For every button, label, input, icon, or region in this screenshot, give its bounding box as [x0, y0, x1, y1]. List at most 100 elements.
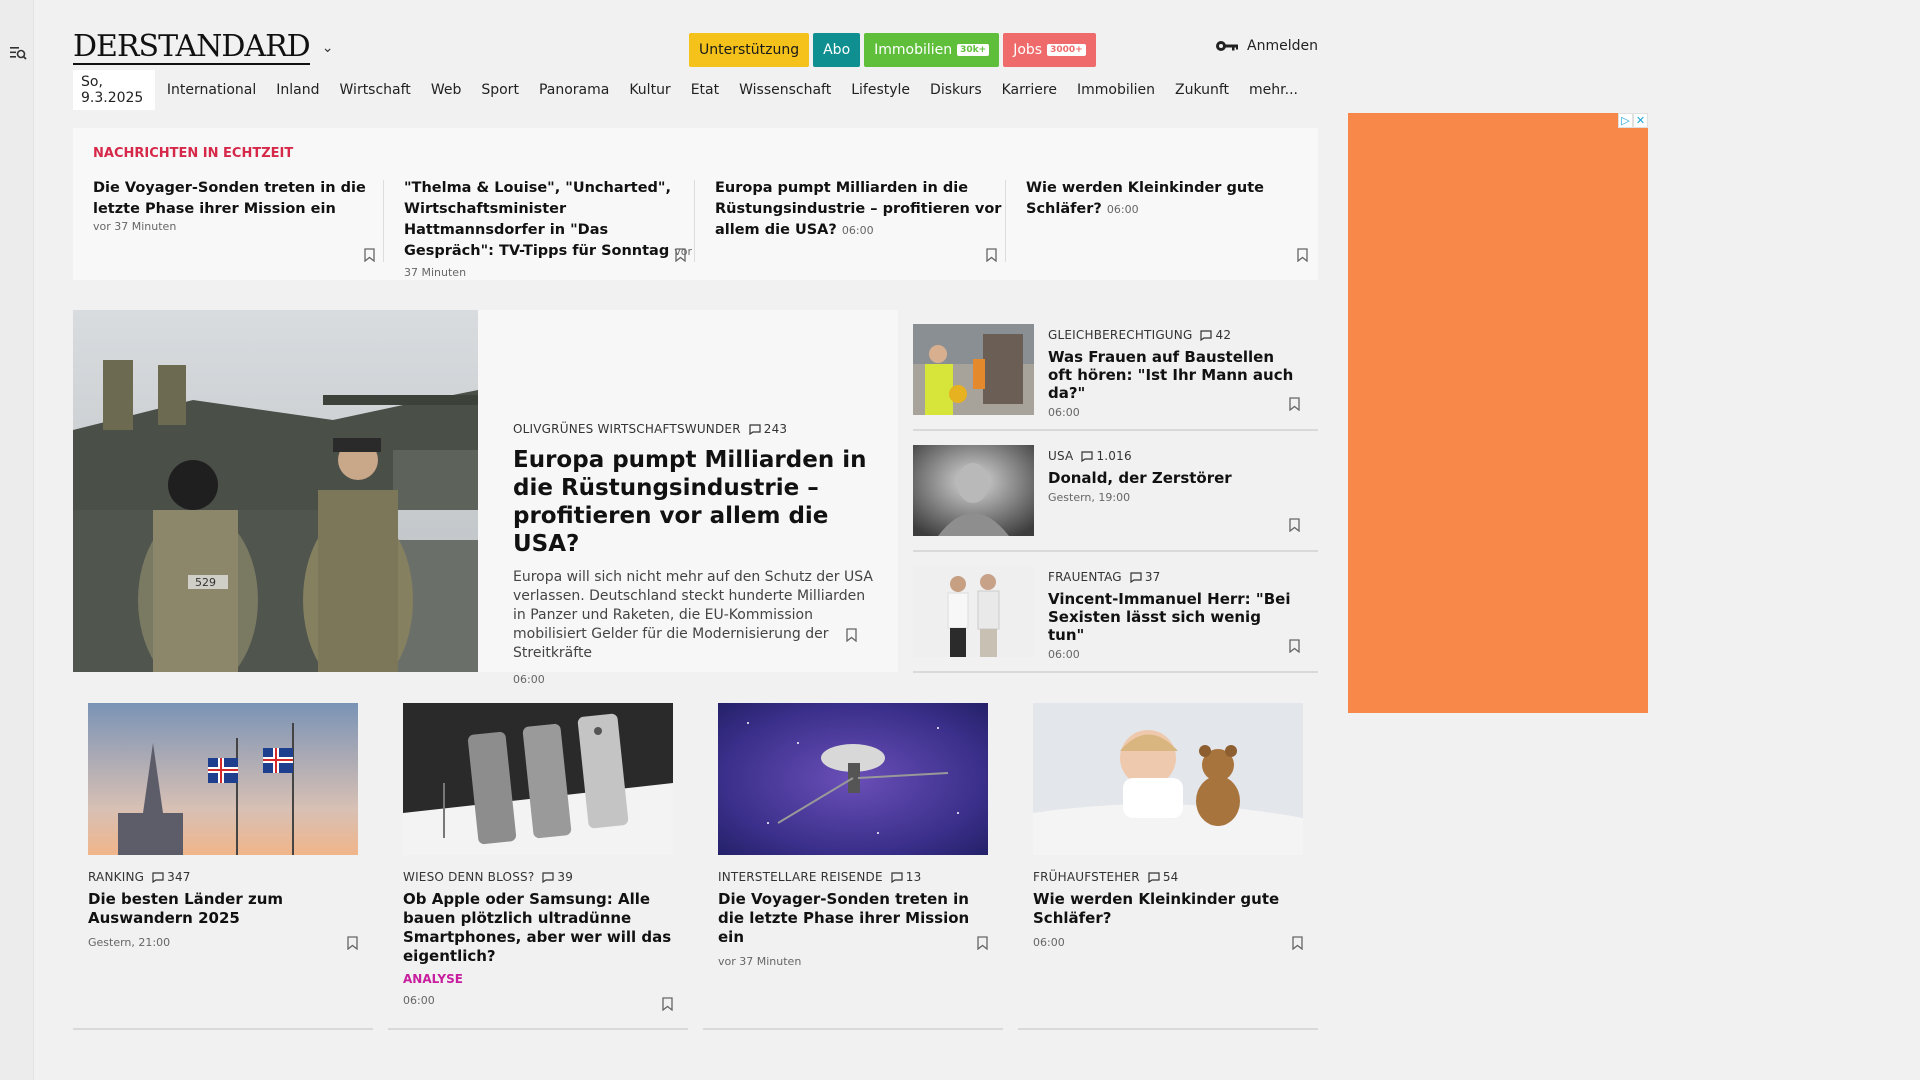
bookmark-icon[interactable]	[1289, 639, 1300, 653]
nav-item-web[interactable]: Web	[431, 82, 462, 98]
side-story-image[interactable]	[913, 445, 1034, 536]
side-story[interactable]: FRAUENTAG 37 Vincent-Immanuel Herr: "Bei…	[913, 552, 1318, 673]
story-card[interactable]: FRÜHAUFSTEHER 54 Wie werden Kleinkinder …	[1018, 700, 1318, 1030]
bookmark-icon[interactable]	[347, 936, 358, 950]
story-card-image[interactable]	[718, 703, 988, 855]
story-card-kicker: FRÜHAUFSTEHER 54	[1033, 870, 1303, 884]
nav-item-lifestyle[interactable]: Lifestyle	[851, 82, 910, 98]
nav-item-kultur[interactable]: Kultur	[629, 82, 670, 98]
menu-search-icon[interactable]	[9, 44, 27, 62]
side-story-kicker-text: GLEICHBERECHTIGUNG	[1048, 328, 1193, 342]
story-card-title[interactable]: Die Voyager-Sonden treten in die letzte …	[718, 890, 988, 947]
support-label: Unterstützung	[699, 42, 800, 58]
nav-item-panorama[interactable]: Panorama	[539, 82, 609, 98]
side-story-image[interactable]	[913, 324, 1034, 415]
bookmark-icon[interactable]	[1292, 936, 1303, 950]
comment-count-value: 243	[763, 422, 788, 436]
bookmark-icon[interactable]	[1289, 397, 1300, 411]
iceland-flags-image	[88, 703, 358, 855]
story-card-image[interactable]	[403, 703, 673, 855]
realtime-item[interactable]: "Thelma & Louise", "Uncharted", Wirtscha…	[404, 178, 694, 279]
comment-count-value: 42	[1215, 328, 1232, 342]
nav-item-international[interactable]: International	[167, 82, 256, 98]
nav-item-wissenschaft[interactable]: Wissenschaft	[739, 82, 831, 98]
support-button[interactable]: Unterstützung	[689, 33, 810, 67]
left-rail	[0, 0, 34, 1080]
side-story-title[interactable]: Vincent-Immanuel Herr: "Bei Sexisten läs…	[1048, 590, 1298, 644]
advertisement[interactable]: ▷ ✕	[1348, 113, 1648, 713]
story-card-image[interactable]	[88, 703, 358, 855]
side-story-body: USA 1.016 Donald, der Zerstörer Gestern,…	[1048, 449, 1298, 504]
comment-count[interactable]: 347	[152, 870, 191, 884]
story-card[interactable]: INTERSTELLARE REISENDE 13 Die Voyager-So…	[703, 700, 1003, 1030]
nav-item-karriere[interactable]: Karriere	[1002, 82, 1057, 98]
realtime-time: 06:00	[841, 224, 874, 237]
bookmark-icon[interactable]	[977, 936, 988, 950]
side-story-title[interactable]: Was Frauen auf Baustellen oft hören: "Is…	[1048, 348, 1298, 402]
abo-button[interactable]: Abo	[813, 33, 861, 67]
adchoices-icon[interactable]: ▷	[1618, 113, 1633, 128]
story-card-kicker: INTERSTELLARE REISENDE 13	[718, 870, 988, 884]
statue-image	[913, 445, 1034, 536]
comment-count[interactable]: 1.016	[1081, 449, 1132, 463]
story-card-time: 06:00	[403, 994, 435, 1007]
comment-icon	[1081, 450, 1094, 462]
comment-count[interactable]: 37	[1130, 570, 1161, 584]
realtime-item[interactable]: Die Voyager-Sonden treten in die letzte …	[93, 178, 383, 262]
bookmark-icon[interactable]	[364, 248, 375, 262]
comment-count[interactable]: 243	[749, 422, 788, 436]
side-story-image[interactable]	[913, 566, 1034, 657]
nav-item-diskurs[interactable]: Diskurs	[930, 82, 982, 98]
smartphones-image	[403, 703, 673, 855]
jobs-button[interactable]: Jobs 3000+	[1003, 33, 1096, 67]
realtime-item[interactable]: Wie werden Kleinkinder gute Schläfer? 06…	[1026, 178, 1316, 262]
lead-kicker: OLIVGRÜNES WIRTSCHAFTSWUNDER 243	[513, 422, 873, 436]
realtime-item[interactable]: Europa pumpt Milliarden in die Rüstungsi…	[715, 178, 1005, 262]
side-story-kicker: FRAUENTAG 37	[1048, 570, 1298, 584]
side-story[interactable]: GLEICHBERECHTIGUNG 42 Was Frauen auf Bau…	[913, 310, 1318, 431]
bookmark-icon[interactable]	[1289, 518, 1300, 532]
comment-count[interactable]: 42	[1200, 328, 1231, 342]
story-card-image[interactable]	[1033, 703, 1303, 855]
realtime-time: 06:00	[1106, 203, 1139, 216]
login-button[interactable]: Anmelden	[1215, 38, 1318, 54]
site-logo[interactable]: DERSTANDARD ⌄	[73, 28, 334, 68]
nav-item-etat[interactable]: Etat	[691, 82, 719, 98]
lead-title[interactable]: Europa pumpt Milliarden in die Rüstungsi…	[513, 446, 873, 558]
nav-item-zukunft[interactable]: Zukunft	[1175, 82, 1229, 98]
realtime-title: NACHRICHTEN IN ECHTZEIT	[93, 146, 294, 161]
story-card-title[interactable]: Wie werden Kleinkinder gute Schläfer?	[1033, 890, 1303, 928]
story-card[interactable]: RANKING 347 Die besten Länder zum Auswan…	[73, 700, 373, 1030]
comment-count-value: 347	[167, 870, 191, 884]
bookmark-icon[interactable]	[675, 248, 686, 262]
nav-item-wirtschaft[interactable]: Wirtschaft	[340, 82, 411, 98]
lead-image[interactable]: 529	[73, 310, 478, 672]
close-icon[interactable]: ✕	[1633, 113, 1648, 128]
bookmark-icon[interactable]	[662, 997, 673, 1011]
side-story-time: 06:00	[1048, 406, 1080, 419]
bookmark-icon[interactable]	[846, 628, 857, 642]
nav-item-more[interactable]: mehr...	[1249, 82, 1298, 98]
nav-item-immobilien[interactable]: Immobilien	[1077, 82, 1155, 98]
comment-icon	[891, 871, 903, 883]
comment-count[interactable]: 54	[1148, 870, 1179, 884]
comment-count-value: 13	[905, 870, 922, 884]
tank-soldiers-image: 529	[73, 310, 478, 672]
side-story[interactable]: USA 1.016 Donald, der Zerstörer Gestern,…	[913, 431, 1318, 552]
nav-item-inland[interactable]: Inland	[276, 82, 319, 98]
bookmark-icon[interactable]	[986, 248, 997, 262]
lead-story[interactable]: 529 OLIVGRÜNES WIRTSCHAFTSWUNDER 243 Eur…	[73, 310, 898, 686]
bookmark-icon[interactable]	[1297, 248, 1308, 262]
nav-item-sport[interactable]: Sport	[481, 82, 519, 98]
story-card[interactable]: WIESO DENN BLOSS? 39 Ob Apple oder Samsu…	[388, 700, 688, 1030]
story-card-title[interactable]: Die besten Länder zum Auswandern 2025	[88, 890, 358, 928]
story-card-title[interactable]: Ob Apple oder Samsung: Alle bauen plötzl…	[403, 890, 673, 966]
side-story-kicker: GLEICHBERECHTIGUNG 42	[1048, 328, 1298, 342]
side-story-title[interactable]: Donald, der Zerstörer	[1048, 469, 1298, 487]
comment-count[interactable]: 13	[891, 870, 922, 884]
lead-body: OLIVGRÜNES WIRTSCHAFTSWUNDER 243 Europa …	[513, 422, 873, 686]
comment-count[interactable]: 39	[542, 870, 573, 884]
immobilien-button[interactable]: Immobilien 30k+	[864, 33, 1000, 67]
chevron-down-icon[interactable]: ⌄	[322, 40, 334, 56]
side-story-time: 06:00	[1048, 648, 1080, 661]
